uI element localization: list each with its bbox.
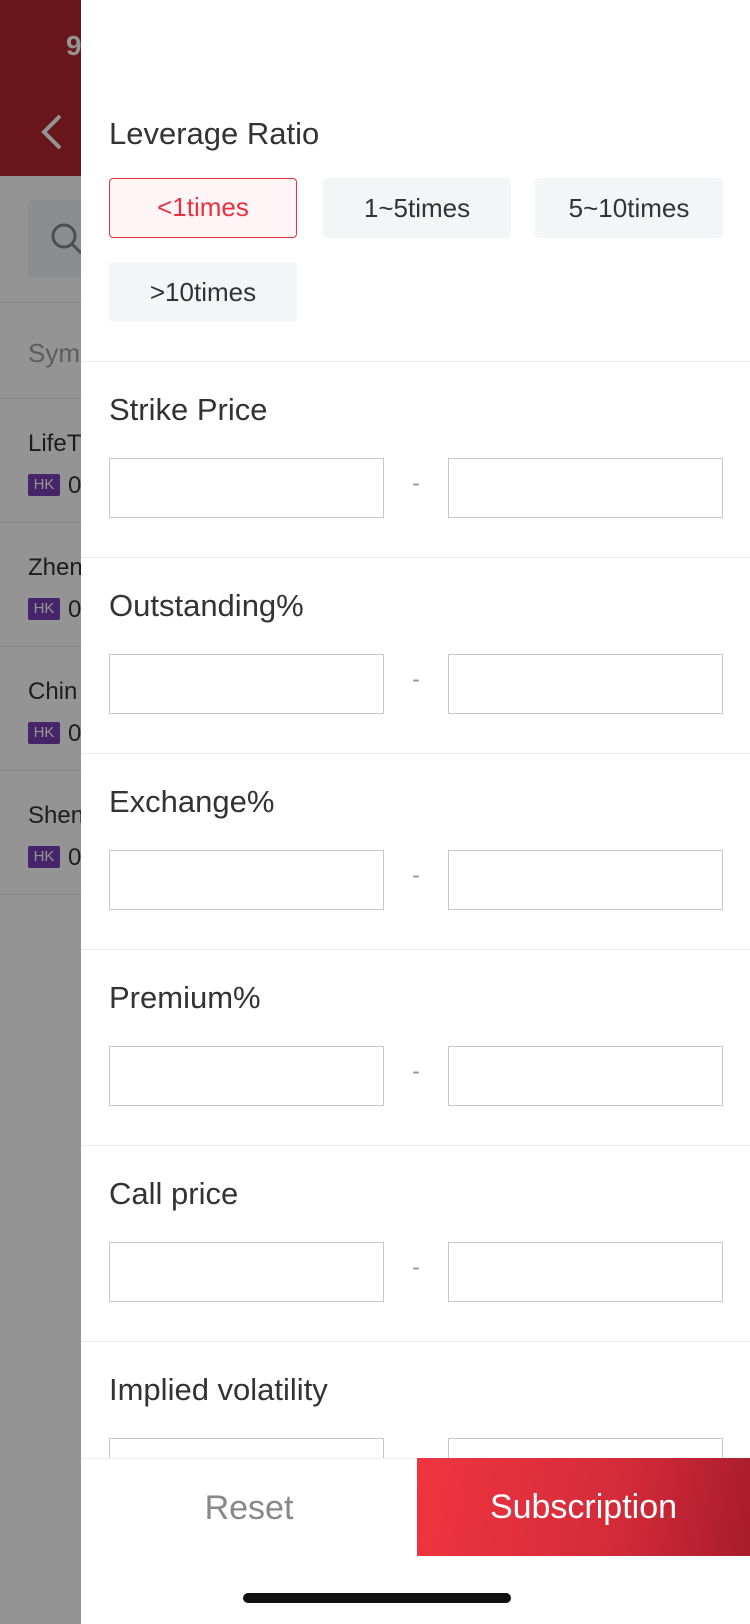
exchange-max-input[interactable] (448, 850, 723, 910)
premium-section: Premium% - (81, 950, 750, 1146)
outstanding-section: Outstanding% - (81, 558, 750, 754)
section-title: Leverage Ratio (109, 116, 320, 151)
filter-drawer: Leverage Ratio <1times 1~5times 5~10time… (81, 0, 750, 1624)
reset-button[interactable]: Reset (81, 1458, 417, 1556)
call-price-min-input[interactable] (109, 1242, 384, 1302)
range-separator: - (412, 862, 420, 889)
strike-price-section: Strike Price - (81, 362, 750, 558)
range-separator: - (412, 470, 420, 497)
leverage-ratio-section: Leverage Ratio <1times 1~5times 5~10time… (81, 0, 750, 362)
range-separator: - (412, 666, 420, 693)
range-separator: - (412, 1058, 420, 1085)
option-1-to-5-times[interactable]: 1~5times (323, 178, 511, 238)
section-title: Call price (109, 1176, 239, 1211)
option-5-to-10-times[interactable]: 5~10times (535, 178, 723, 238)
outstanding-max-input[interactable] (448, 654, 723, 714)
exchange-min-input[interactable] (109, 850, 384, 910)
section-title: Exchange% (109, 784, 275, 819)
exchange-section: Exchange% - (81, 754, 750, 950)
section-title: Strike Price (109, 392, 268, 427)
call-price-max-input[interactable] (448, 1242, 723, 1302)
premium-min-input[interactable] (109, 1046, 384, 1106)
section-title: Implied volatility (109, 1372, 328, 1407)
premium-max-input[interactable] (448, 1046, 723, 1106)
section-title: Premium% (109, 980, 261, 1015)
outstanding-min-input[interactable] (109, 654, 384, 714)
subscription-button[interactable]: Subscription (417, 1458, 750, 1556)
option-greater-than-10-times[interactable]: >10times (109, 262, 297, 322)
home-indicator (243, 1593, 511, 1603)
call-price-section: Call price - (81, 1146, 750, 1342)
section-title: Outstanding% (109, 588, 304, 623)
strike-price-max-input[interactable] (448, 458, 723, 518)
option-less-than-1-times[interactable]: <1times (109, 178, 297, 238)
strike-price-min-input[interactable] (109, 458, 384, 518)
range-separator: - (412, 1254, 420, 1281)
